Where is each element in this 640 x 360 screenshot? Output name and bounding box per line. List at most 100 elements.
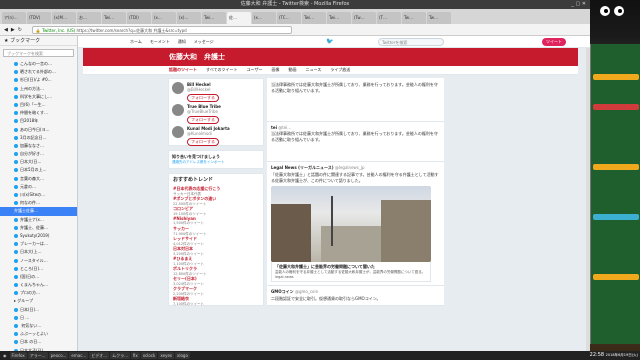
- follow-button[interactable]: フォローする: [187, 116, 219, 124]
- sidebar-bookmark[interactable]: ふぶーッとよい: [0, 330, 77, 338]
- tweet-author[interactable]: tei: [271, 125, 277, 130]
- sidebar-bookmark[interactable]: 弁護士ナ(x…: [0, 216, 77, 224]
- twitter-nav-item[interactable]: メッセージ: [194, 39, 214, 45]
- sidebar-bookmark[interactable]: 何なの件…: [0, 199, 77, 207]
- browser-tab[interactable]: Tw…: [427, 12, 451, 24]
- subnav-tab[interactable]: 動画: [288, 67, 296, 73]
- avatar[interactable]: [172, 104, 184, 116]
- sidebar-bookmark[interactable]: (国)日の…: [0, 273, 77, 281]
- avatar[interactable]: [172, 82, 184, 94]
- bookmark-search-input[interactable]: ブックマークを検索: [3, 49, 74, 57]
- twitter-bird-icon[interactable]: 🐦: [326, 38, 333, 45]
- sidebar-bookmark[interactable]: 杉日(日)/よ #0…: [0, 76, 77, 84]
- trend-item[interactable]: クラブマーク 2,200件のツイート: [169, 285, 263, 296]
- trend-item[interactable]: ポルトリクラ 12,800件のツイート: [169, 265, 263, 276]
- sidebar-bookmark[interactable]: 日本 の日…: [0, 338, 77, 346]
- forward-icon[interactable]: ▶: [11, 27, 15, 33]
- taskbar-item[interactable]: ムクラ...: [110, 352, 130, 359]
- link-card[interactable]: 「佐藤大和弁護士」に芸能界の労働問題について聞いた 芸能人の権利を守る弁護士とし…: [271, 262, 431, 282]
- find-friends-link[interactable]: 連絡先のアドレス帳をインポート: [172, 160, 260, 165]
- sidebar-bookmark[interactable]: 川(x)Siteの…: [0, 191, 77, 199]
- back-icon[interactable]: ◀: [4, 27, 8, 33]
- sidebar-bookmark[interactable]: くまんちゃん…: [0, 281, 77, 289]
- follow-button[interactable]: フォローする: [187, 94, 219, 102]
- sidebar-bookmark[interactable]: 加藤ななさ…: [0, 142, 77, 150]
- tweet-button[interactable]: ツイート: [542, 38, 566, 46]
- twitter-nav-item[interactable]: モーメント: [150, 39, 170, 45]
- sidebar-bookmark[interactable]: 晒されてる外部の…: [0, 68, 77, 76]
- browser-tab[interactable]: (x)…: [177, 12, 201, 24]
- browser-tab[interactable]: (x…: [152, 12, 176, 24]
- browser-tab[interactable]: (x)M…: [52, 12, 76, 24]
- sidebar-bookmark[interactable]: 目(6)「一生…: [0, 101, 77, 109]
- trend-item[interactable]: 日本対日本 3,200件のツイート: [169, 245, 263, 256]
- taskbar-item[interactable]: emac...: [69, 352, 89, 359]
- browser-tab[interactable]: Twi…: [327, 12, 351, 24]
- sidebar-bookmark[interactable]: ブレーカーは…: [0, 240, 77, 248]
- trend-item[interactable]: 新垣結衣 7,100件のツイート: [169, 295, 263, 306]
- start-menu-icon[interactable]: ◉: [3, 353, 7, 358]
- sidebar-bookmark[interactable]: Syukuty(2019): [0, 232, 77, 240]
- sidebar-bookmark[interactable]: 自分が好き…: [0, 150, 77, 158]
- twitter-nav-item[interactable]: 通知: [178, 39, 186, 45]
- trend-item[interactable]: コロンビア 19,100件のツイート: [169, 205, 263, 216]
- subnav-tab[interactable]: 画像: [271, 67, 279, 73]
- tweet-author[interactable]: Legal News (リーガルニュース): [271, 165, 334, 170]
- sidebar-bookmark[interactable]: 日 …: [0, 314, 77, 322]
- trend-item[interactable]: #日本代表の応援に行こう サッカー日本代表: [169, 185, 263, 196]
- taskbar-item[interactable]: fix: [130, 352, 140, 359]
- tweet[interactable]: GMOコイン @gmo_coin 二段階認証で安全に取引。仮想通貨の取引ならGM…: [267, 286, 444, 306]
- sidebar-bookmark[interactable]: 元倉の…: [0, 183, 77, 191]
- trend-item[interactable]: レッドサイド 4,012件のツイート: [169, 235, 263, 246]
- sidebar-bookmark[interactable]: 上州の方法…: [0, 85, 77, 93]
- sidebar-bookmark[interactable]: こんなの一言の…: [0, 60, 77, 68]
- sidebar-bookmark[interactable]: 日本大(日…: [0, 158, 77, 166]
- browser-tab[interactable]: (T…: [377, 12, 401, 24]
- avatar[interactable]: [172, 126, 184, 138]
- tweet-author[interactable]: GMOコイン: [271, 289, 294, 294]
- taskbar-item[interactable]: peoco...: [48, 352, 69, 359]
- sidebar-bookmark[interactable]: ノースタイル…: [0, 257, 77, 265]
- sidebar-bookmark[interactable]: 仲間を暗くす…: [0, 109, 77, 117]
- subnav-tab[interactable]: ライブ放送: [330, 67, 350, 73]
- sidebar-bookmark[interactable]: 目2018年: [0, 117, 77, 125]
- browser-tab[interactable]: (TC…: [277, 12, 301, 24]
- window-controls[interactable]: _ ▢ ✕: [571, 0, 586, 9]
- trend-item[interactable]: #Nishiyan 1,500件のツイート: [169, 215, 263, 225]
- trend-item[interactable]: #ポンプとボタンの違い 22,500件のツイート: [169, 195, 263, 206]
- taskbar-item[interactable]: ビデオ...: [89, 352, 110, 359]
- taskbar-item[interactable]: xclock: [140, 352, 158, 359]
- sidebar-bookmark[interactable]: 日本5月の上…: [0, 166, 77, 174]
- sidebar-bookmark[interactable]: ところ(日)…: [0, 265, 77, 273]
- browser-tab[interactable]: Twi…: [102, 12, 126, 24]
- sidebar-bookmark[interactable]: 日本(日)…: [0, 306, 77, 314]
- browser-tab[interactable]: 佐…: [227, 12, 251, 24]
- reload-icon[interactable]: ↻: [18, 27, 22, 33]
- browser-tab[interactable]: お…: [77, 12, 101, 24]
- tweet[interactable]: Legal News (リーガルニュース) @legalnews_jp 「佐藤大…: [267, 162, 444, 286]
- taskbar-item[interactable]: xeyes: [158, 352, 174, 359]
- browser-tab[interactable]: (TDI): [127, 12, 151, 24]
- taskbar-item[interactable]: アラー...: [27, 352, 48, 359]
- sidebar-bookmark[interactable]: 弁護士、佐藤…: [0, 224, 77, 232]
- sidebar-group[interactable]: ▸ グループ: [0, 297, 77, 305]
- sidebar-bookmark[interactable]: 何気ない…: [0, 322, 77, 330]
- sidebar-bookmark[interactable]: 科学を大事にし…: [0, 93, 77, 101]
- taskbar-item[interactable]: Firefox: [9, 352, 27, 359]
- subnav-tab[interactable]: 話題のツイート: [169, 67, 197, 73]
- browser-tab[interactable]: Twi…: [302, 12, 326, 24]
- tweet[interactable]: tei @tei... 当法律事務所では佐藤大和弁護士が所属しており、業務を行っ…: [267, 122, 444, 162]
- sidebar-bookmark-selected[interactable]: 弁護士佐藤…: [0, 207, 77, 216]
- find-friends-card[interactable]: 知り合いを見つけましょう 連絡先のアドレス帳をインポート: [168, 150, 264, 169]
- tweet-photo[interactable]: [271, 186, 431, 262]
- twitter-search-input[interactable]: Twitterを検索: [378, 38, 444, 46]
- trend-item[interactable]: サッカー 71,900件のツイート: [169, 225, 263, 236]
- tweet[interactable]: 当法律事務所では佐藤大和弁護士が所属しており、業務を行っております。芸能人の権利…: [267, 78, 444, 122]
- browser-tab[interactable]: ア(n)…: [2, 12, 26, 24]
- subnav-tab[interactable]: ユーザー: [247, 67, 263, 73]
- browser-tab[interactable]: (TDV): [27, 12, 51, 24]
- sidebar-bookmark[interactable]: 3月の記念日…: [0, 134, 77, 142]
- trend-item[interactable]: セリー(日本) 3,024件のツイート: [169, 275, 263, 286]
- twitter-nav-item[interactable]: ホーム: [130, 39, 142, 45]
- url-bar[interactable]: 🔒 Twitter, Inc. (US) https://twitter.com…: [31, 25, 292, 34]
